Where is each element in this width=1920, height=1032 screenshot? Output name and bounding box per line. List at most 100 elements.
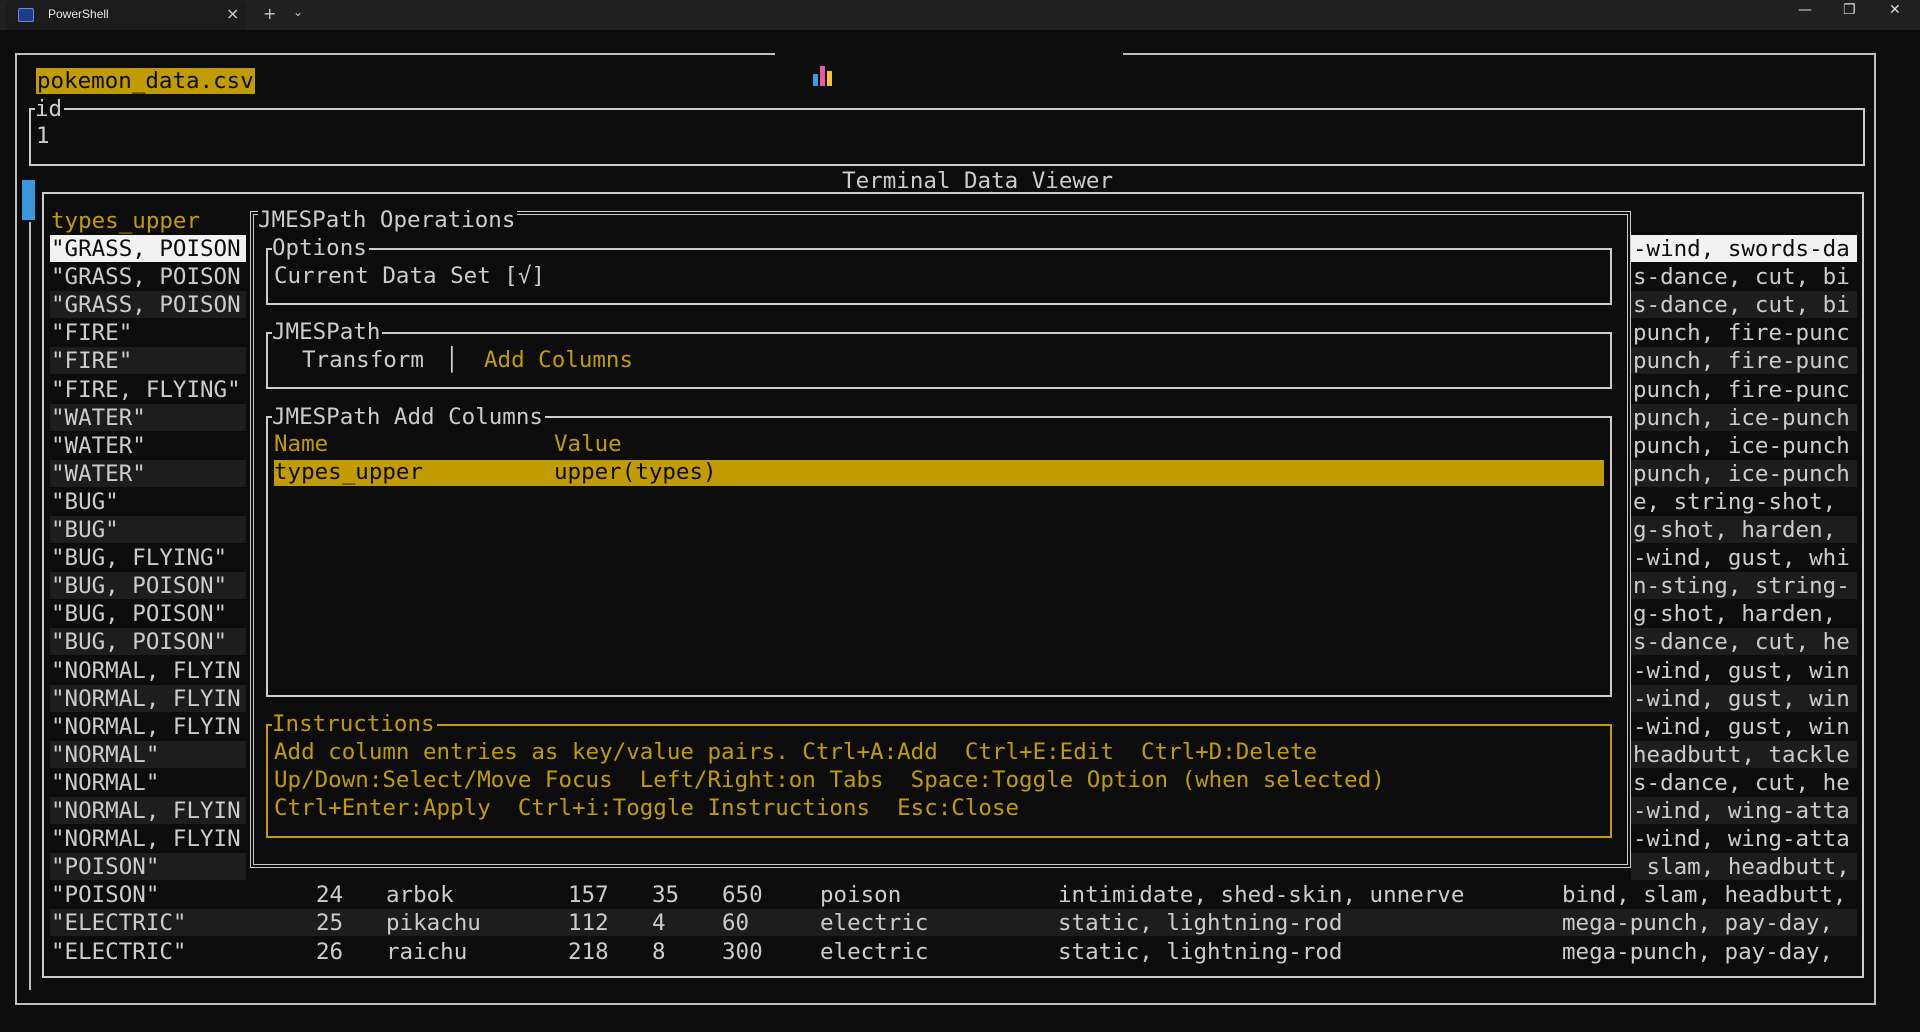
table-cell-moves: g-shot, harden, — [1633, 601, 1837, 628]
table-cell-id: 25 — [316, 910, 344, 937]
new-tab-button[interactable]: + — [263, 4, 276, 23]
table-cell-exp: 300 — [722, 938, 763, 965]
table-cell-moves: s-dance, cut, bi — [1633, 292, 1850, 319]
table-cell-id: 24 — [316, 882, 344, 909]
table-cell-types-upper: "WATER" — [51, 404, 146, 431]
table-cell-moves: s-dance, cut, he — [1633, 629, 1850, 656]
table-cell-weight: 8 — [652, 938, 666, 965]
chevron-down-icon[interactable]: ⌄ — [293, 5, 303, 19]
table-cell-types-upper: "BUG, POISON" — [51, 573, 228, 600]
column-header-value: Value — [554, 431, 622, 457]
table-cell-exp: 60 — [722, 910, 750, 937]
column-header-types-upper[interactable]: types_upper — [51, 208, 200, 234]
table-cell-type: poison — [820, 882, 902, 909]
table-cell-moves: -wind, gust, win — [1633, 713, 1850, 740]
table-cell-types-upper: "NORMAL, FLYIN — [51, 685, 241, 712]
table-cell-moves: punch, fire-punc — [1633, 348, 1850, 375]
table-cell-moves: mega-punch, pay-day, — [1562, 938, 1833, 965]
table-cell-type: electric — [820, 910, 929, 937]
table-cell-height: 112 — [568, 910, 609, 937]
table-cell-types-upper: "WATER" — [51, 460, 146, 487]
table-cell-abilities: static, lightning-rod — [1058, 910, 1343, 937]
table-cell-id: 26 — [316, 938, 344, 965]
window-titlebar: PowerShell × + ⌄ — ❐ ✕ — [0, 0, 1920, 30]
filename-label[interactable]: pokemon_data.csv — [36, 68, 255, 94]
add-columns-label: JMESPath Add Columns — [272, 404, 545, 430]
table-cell-exp: 650 — [722, 882, 763, 909]
scrollbar-thumb[interactable] — [22, 180, 35, 220]
tab-transform[interactable]: Transform — [302, 347, 424, 373]
table-cell-moves: -wind, wing-atta — [1633, 798, 1850, 824]
field-value[interactable]: 1 — [36, 123, 50, 149]
instructions-label: Instructions — [272, 711, 437, 737]
powershell-icon — [18, 8, 34, 22]
add-columns-box — [266, 416, 1612, 697]
table-cell-moves: punch, ice-punch — [1633, 432, 1850, 459]
table-cell-types-upper: "NORMAL" — [51, 741, 160, 768]
entry-value[interactable]: upper(types) — [554, 459, 717, 485]
table-cell-types-upper: "NORMAL, FLYIN — [51, 713, 241, 740]
instructions-line-1: Add column entries as key/value pairs. C… — [274, 739, 1318, 765]
table-cell-moves: -wind, gust, win — [1633, 685, 1850, 712]
table-cell-height: 218 — [568, 938, 609, 965]
table-cell-types-upper: "FIRE, FLYING" — [51, 376, 241, 403]
table-cell-types-upper: "POISON" — [51, 854, 160, 881]
table-cell-name: raichu — [386, 938, 468, 965]
jmespath-label: JMESPath — [272, 319, 383, 345]
entry-name[interactable]: types_upper — [274, 459, 423, 485]
table-cell-types: "ELECTRIC" — [51, 938, 187, 965]
restore-button[interactable]: ❐ — [1843, 2, 1856, 18]
table-cell-moves: e, string-shot, — [1633, 488, 1837, 515]
scrollbar-track[interactable] — [29, 222, 31, 990]
tab-close-icon[interactable]: × — [226, 4, 239, 23]
table-cell-types-upper: "NORMAL, FLYIN — [51, 657, 241, 684]
tab-add-columns[interactable]: Add Columns — [484, 347, 633, 373]
table-cell-moves: punch, ice-punch — [1633, 404, 1850, 431]
minimize-button[interactable]: — — [1798, 2, 1812, 18]
instructions-line-2: Up/Down:Select/Move Focus Left/Right:on … — [274, 767, 1385, 793]
options-label: Options — [272, 235, 369, 261]
field-label: id — [35, 96, 65, 122]
table-cell-moves: punch, fire-punc — [1633, 376, 1850, 403]
table-cell-types-upper: "GRASS, POISON — [51, 236, 241, 262]
table-cell-abilities: intimidate, shed-skin, unnerve — [1058, 882, 1465, 909]
table-cell-moves: -wind, wing-atta — [1633, 826, 1850, 853]
table-cell-types-upper: "BUG" — [51, 488, 119, 515]
table-cell-types: "ELECTRIC" — [51, 910, 187, 937]
table-cell-moves: headbutt, tackle — [1633, 741, 1850, 768]
list-item-selected[interactable] — [274, 460, 1604, 486]
table-cell-height: 157 — [568, 882, 609, 909]
bar-chart-icon — [812, 66, 834, 86]
table-cell-moves: -wind, swords-da — [1633, 236, 1850, 262]
table-cell-types-upper: "WATER" — [51, 432, 146, 459]
table-cell-abilities: static, lightning-rod — [1058, 938, 1343, 965]
instructions-line-3: Ctrl+Enter:Apply Ctrl+i:Toggle Instructi… — [274, 795, 1020, 821]
table-cell-moves: g-shot, harden, — [1633, 517, 1837, 543]
table-cell-types: "POISON" — [51, 882, 160, 909]
jmespath-tabs-box — [266, 332, 1612, 389]
tab-powershell[interactable]: PowerShell × — [6, 0, 246, 30]
table-cell-moves: -wind, gust, whi — [1633, 545, 1850, 572]
table-cell-name: pikachu — [386, 910, 481, 937]
table-cell-name: arbok — [386, 882, 454, 909]
tab-separator: │ — [445, 347, 459, 373]
table-cell-types-upper: "FIRE" — [51, 348, 133, 375]
table-cell-types-upper: "NORMAL, FLYIN — [51, 826, 241, 853]
close-button[interactable]: ✕ — [1889, 2, 1901, 18]
modal-title: JMESPath Operations — [258, 207, 518, 233]
table-cell-types-upper: "GRASS, POISON — [51, 292, 241, 319]
table-cell-types-upper: "BUG, POISON" — [51, 601, 228, 628]
table-cell-types-upper: "NORMAL, FLYIN — [51, 798, 241, 824]
table-cell-moves: mega-punch, pay-day, — [1562, 910, 1833, 937]
table-cell-moves: -wind, gust, win — [1633, 657, 1850, 684]
current-data-set-toggle[interactable]: Current Data Set [√] — [274, 263, 545, 289]
table-cell-types-upper: "NORMAL" — [51, 769, 160, 796]
table-cell-moves: n-sting, string- — [1633, 573, 1850, 600]
table-cell-moves: bind, slam, headbutt, — [1562, 882, 1847, 909]
table-cell-types-upper: "FIRE" — [51, 320, 133, 347]
table-cell-weight: 4 — [652, 910, 666, 937]
table-cell-moves: s-dance, cut, bi — [1633, 264, 1850, 291]
app-title-text: Terminal Data Viewer — [842, 168, 1114, 194]
table-cell-types-upper: "GRASS, POISON — [51, 264, 241, 291]
table-cell-moves: s-dance, cut, he — [1633, 769, 1850, 796]
